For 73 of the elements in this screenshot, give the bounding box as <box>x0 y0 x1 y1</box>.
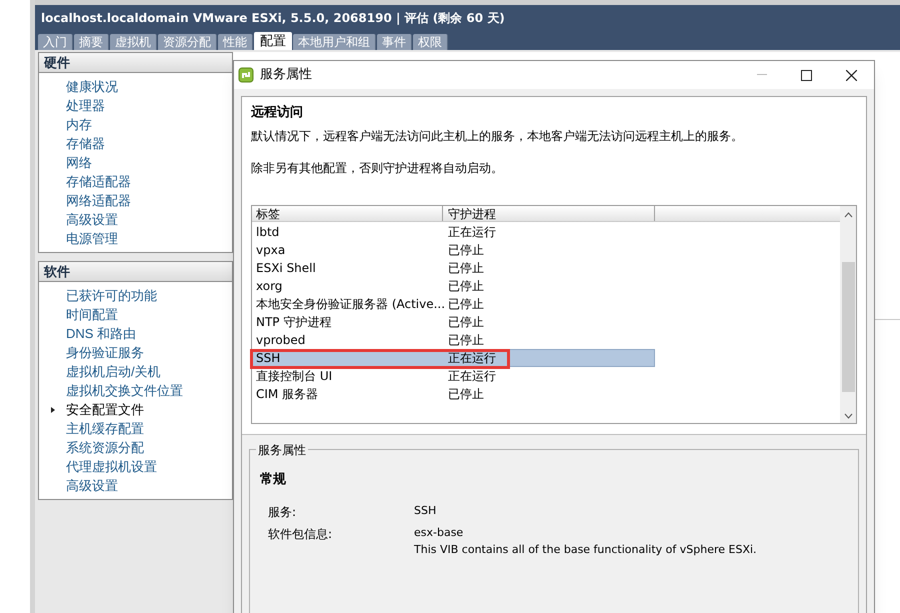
list-row[interactable]: ESXi Shell 已停止 <box>252 258 655 276</box>
service-label: 直接控制台 UI <box>255 368 334 384</box>
scrollbar[interactable] <box>840 206 856 422</box>
sidebar-link[interactable]: 电源管理 <box>66 228 118 248</box>
sidebar-link[interactable]: 高级设置 <box>66 476 118 496</box>
column-header[interactable]: 标签 <box>252 206 443 220</box>
panel-header: 软件 <box>39 262 232 282</box>
sidebar-link[interactable]: DNS 和路由 <box>66 324 136 344</box>
daemon-status: 已停止 <box>447 260 485 276</box>
maximize-icon <box>801 70 812 80</box>
app-icon <box>238 67 254 83</box>
list-row[interactable]: 本地安全身份验证服务器 (Active... 已停止 <box>252 294 655 312</box>
field-detail: This VIB contains all of the base functionality of vSphere ESXi. <box>414 542 757 558</box>
sidebar-link[interactable]: 代理虚拟机设置 <box>66 456 157 476</box>
sidebar-link[interactable]: 主机缓存配置 <box>66 418 144 438</box>
sidebar-link[interactable]: 存储适配器 <box>66 172 131 192</box>
field-value: SSH <box>414 503 436 519</box>
note-text: 除非另有其他配置，否则守护进程将自动启动。 <box>251 160 504 176</box>
sidebar-link[interactable]: 网络 <box>66 152 92 172</box>
dialog-title: 服务属性 <box>260 66 312 84</box>
list-row[interactable]: 直接控制台 UI 正在运行 <box>252 366 655 384</box>
list-row[interactable]: lbtd 正在运行 <box>252 222 655 240</box>
description-text: 默认情况下，远程客户端无法访问此主机上的服务，本地客户端无法访问远程主机上的服务。 <box>251 128 744 144</box>
scroll-down-icon[interactable] <box>844 412 852 418</box>
daemon-status: 正在运行 <box>447 350 497 366</box>
daemon-status: 已停止 <box>447 278 485 294</box>
sidebar-link[interactable]: 处理器 <box>66 96 105 116</box>
section-heading: 远程访问 <box>251 104 304 122</box>
sidebar-link[interactable]: 存储器 <box>66 134 105 154</box>
service-label: SSH <box>255 350 282 366</box>
sidebar-link[interactable]: 虚拟机交换文件位置 <box>66 380 183 400</box>
service-label: xorg <box>255 278 284 294</box>
service-label: vprobed <box>255 332 306 348</box>
list-row[interactable]: NTP 守护进程 已停止 <box>252 312 655 330</box>
sidebar-link[interactable]: 身份验证服务 <box>66 342 144 362</box>
sidebar-link[interactable]: 已获许可的功能 <box>66 286 157 306</box>
list-row[interactable]: vpxa 已停止 <box>252 240 655 258</box>
close-icon <box>846 70 857 80</box>
service-label: CIM 服务器 <box>255 386 320 402</box>
sidebar-link[interactable]: 高级设置 <box>66 210 118 230</box>
panel-header: 硬件 <box>39 53 232 73</box>
sidebar-link[interactable]: 虚拟机启动/关机 <box>66 362 161 382</box>
column-header[interactable]: 守护进程 <box>443 206 655 220</box>
daemon-status: 正在运行 <box>447 224 497 240</box>
list-row[interactable]: CIM 服务器 已停止 <box>252 384 655 402</box>
daemon-status: 已停止 <box>447 332 485 348</box>
service-label: ESXi Shell <box>255 260 317 276</box>
daemon-status: 已停止 <box>447 296 485 312</box>
daemon-status: 已停止 <box>447 386 485 402</box>
field-label: 软件包信息: <box>268 526 334 543</box>
minimize-icon <box>756 74 766 76</box>
field-value: esx-base <box>414 525 464 541</box>
scrollbar-thumb[interactable] <box>842 262 854 392</box>
daemon-status: 已停止 <box>447 314 485 330</box>
scroll-up-icon[interactable] <box>844 212 852 218</box>
service-label: lbtd <box>255 224 280 240</box>
sidebar-link[interactable]: 内存 <box>66 114 92 134</box>
list-row[interactable]: xorg 已停止 <box>252 276 655 294</box>
sidebar-link[interactable]: 安全配置文件 <box>66 400 144 420</box>
service-label: vpxa <box>255 242 286 258</box>
service-label: 本地安全身份验证服务器 (Active... <box>255 296 443 312</box>
daemon-status: 正在运行 <box>447 368 497 384</box>
window-title: localhost.localdomain VMware ESXi, 5.5.0, 2068190 | 评估 (剩余 60 天) <box>41 10 505 26</box>
service-label: NTP 守护进程 <box>255 314 332 330</box>
field-label: 服务: <box>268 504 298 521</box>
daemon-status: 已停止 <box>447 242 485 258</box>
section-heading: 常规 <box>260 470 287 488</box>
sidebar-link[interactable]: 健康状况 <box>66 76 118 96</box>
list-row[interactable]: vprobed 已停止 <box>252 330 655 348</box>
sidebar-link[interactable]: 时间配置 <box>66 304 118 324</box>
sidebar-link[interactable]: 系统资源分配 <box>66 438 144 458</box>
sidebar-link[interactable]: 网络适配器 <box>66 190 131 210</box>
tab[interactable]: 配置 <box>254 32 292 50</box>
